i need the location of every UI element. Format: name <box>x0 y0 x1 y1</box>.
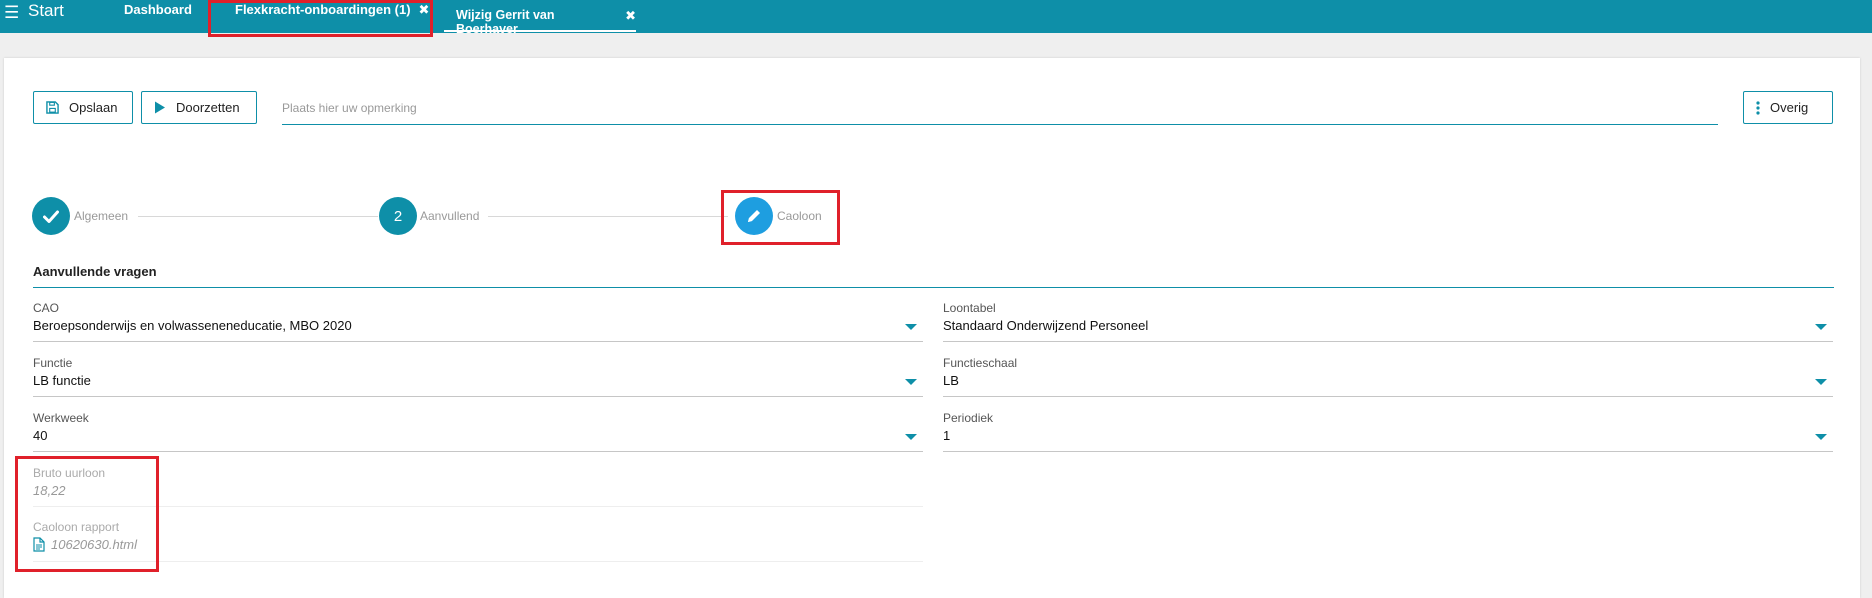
step-aanvullend-label: Aanvullend <box>420 209 480 223</box>
bruto-uurloon-field: Bruto uurloon 18,22 <box>33 466 923 507</box>
forward-button[interactable]: Doorzetten <box>141 91 257 124</box>
step-number: 2 <box>393 207 403 225</box>
other-button[interactable]: Overig <box>1743 91 1833 124</box>
field-label: Functieschaal <box>943 356 1018 370</box>
caret-down-icon[interactable] <box>1815 324 1827 330</box>
check-icon <box>43 210 59 223</box>
caret-down-icon[interactable] <box>905 324 917 330</box>
field-value: 1 <box>943 428 951 443</box>
caret-down-icon[interactable] <box>1815 379 1827 385</box>
step-connector <box>488 216 728 217</box>
cao-select[interactable]: CAO Beroepsonderwijs en volwasseneneduca… <box>33 301 923 342</box>
section-title: Aanvullende vragen <box>33 264 157 279</box>
field-label: CAO <box>33 301 60 315</box>
save-label: Opslaan <box>69 100 118 115</box>
save-button[interactable]: Opslaan <box>33 91 133 124</box>
floppy-disk-icon <box>46 101 59 114</box>
step-algemeen-circle[interactable] <box>32 197 70 235</box>
field-label: Werkweek <box>33 411 89 425</box>
field-label: Functie <box>33 356 73 370</box>
highlight-box <box>15 456 159 572</box>
section-divider <box>33 287 1834 288</box>
menu-icon[interactable]: ☰ <box>4 4 19 21</box>
highlight-box <box>721 190 840 245</box>
step-algemeen-label: Algemeen <box>74 209 129 223</box>
field-value: 40 <box>33 428 48 443</box>
caret-down-icon[interactable] <box>1815 434 1827 440</box>
other-label: Overig <box>1770 100 1809 115</box>
caret-down-icon[interactable] <box>905 379 917 385</box>
field-label: Loontabel <box>943 301 996 315</box>
step-aanvullend-circle[interactable]: 2 <box>379 197 417 235</box>
field-value: LB functie <box>33 373 91 388</box>
close-icon[interactable]: ✖ <box>625 8 636 24</box>
caret-down-icon[interactable] <box>905 434 917 440</box>
tab-label: Wijzig Gerrit van Boerhaver <box>456 8 555 36</box>
play-icon <box>154 101 166 114</box>
step-connector <box>138 216 378 217</box>
werkweek-select[interactable]: Werkweek 40 <box>33 411 923 452</box>
field-value: LB <box>943 373 959 388</box>
functieschaal-select[interactable]: Functieschaal LB <box>943 356 1833 397</box>
functie-select[interactable]: Functie LB functie <box>33 356 923 397</box>
field-value: Standaard Onderwijzend Personeel <box>943 318 1149 333</box>
tab-label: Dashboard <box>124 2 192 17</box>
field-label: Periodiek <box>943 411 994 425</box>
forward-label: Doorzetten <box>176 100 240 115</box>
field-value: Beroepsonderwijs en volwasseneneducatie,… <box>33 318 352 333</box>
remark-input[interactable] <box>282 92 1718 125</box>
start-label[interactable]: Start <box>28 1 64 21</box>
tab-dashboard[interactable]: Dashboard <box>124 0 192 31</box>
caoloon-rapport-field: Caoloon rapport 10620630.html <box>33 520 923 562</box>
tab-wijzig-gerrit[interactable]: Wijzig Gerrit van Boerhaver ✖ <box>444 5 636 36</box>
highlight-box <box>208 0 433 37</box>
loontabel-select[interactable]: Loontabel Standaard Onderwijzend Persone… <box>943 301 1833 342</box>
periodiek-select[interactable]: Periodiek 1 <box>943 411 1833 452</box>
more-vertical-icon <box>1756 100 1760 115</box>
